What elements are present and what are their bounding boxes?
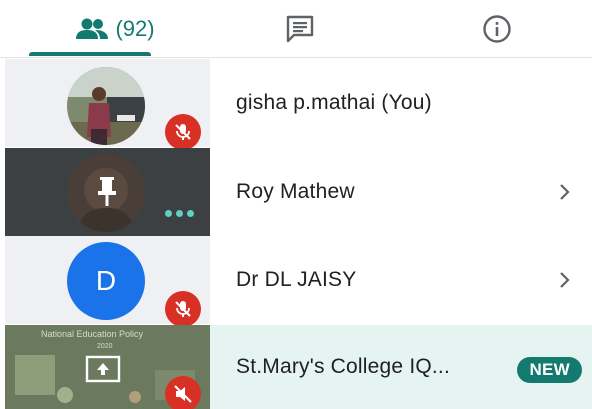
present-screen-icon (85, 355, 121, 383)
participant-tile (5, 148, 210, 236)
participants-tab-bar: (92) (0, 0, 592, 58)
mic-off-icon (165, 291, 201, 327)
presentation-tile: National Education Policy 2020 (5, 325, 210, 409)
active-tab-indicator (29, 52, 151, 56)
participant-name: gisha p.mathai (You) (236, 91, 432, 114)
tab-people[interactable]: (92) (20, 0, 210, 57)
chat-icon (286, 15, 314, 42)
tab-chat[interactable] (205, 0, 395, 57)
avatar (67, 67, 145, 145)
more-options-icon[interactable] (165, 210, 194, 217)
participant-row[interactable]: Roy Mathew (5, 148, 592, 236)
participant-tile (5, 59, 210, 150)
pin-icon (98, 177, 116, 206)
people-icon (76, 18, 109, 39)
slide-year: 2020 (97, 343, 113, 350)
participant-name: St.Mary's College IQ... (236, 355, 451, 378)
mic-off-icon (165, 114, 201, 150)
chevron-right-icon[interactable] (558, 148, 572, 236)
slide-heading: National Education Policy (41, 329, 144, 339)
info-icon (483, 14, 511, 43)
participant-name: Roy Mathew (236, 180, 355, 203)
people-count: (92) (115, 15, 155, 41)
participant-row[interactable]: gisha p.mathai (You) (5, 59, 592, 150)
avatar: D (67, 242, 145, 320)
participant-tile: D (5, 236, 210, 327)
participant-name: Dr DL JAISY (236, 268, 357, 291)
mic-off-icon (165, 376, 201, 409)
participant-row[interactable]: National Education Policy 2020 St.Mary's… (5, 325, 592, 409)
new-badge: NEW (517, 357, 582, 383)
tab-info[interactable] (402, 0, 592, 57)
chevron-right-icon[interactable] (558, 236, 572, 324)
participant-row[interactable]: D Dr DL JAISY (5, 236, 592, 327)
